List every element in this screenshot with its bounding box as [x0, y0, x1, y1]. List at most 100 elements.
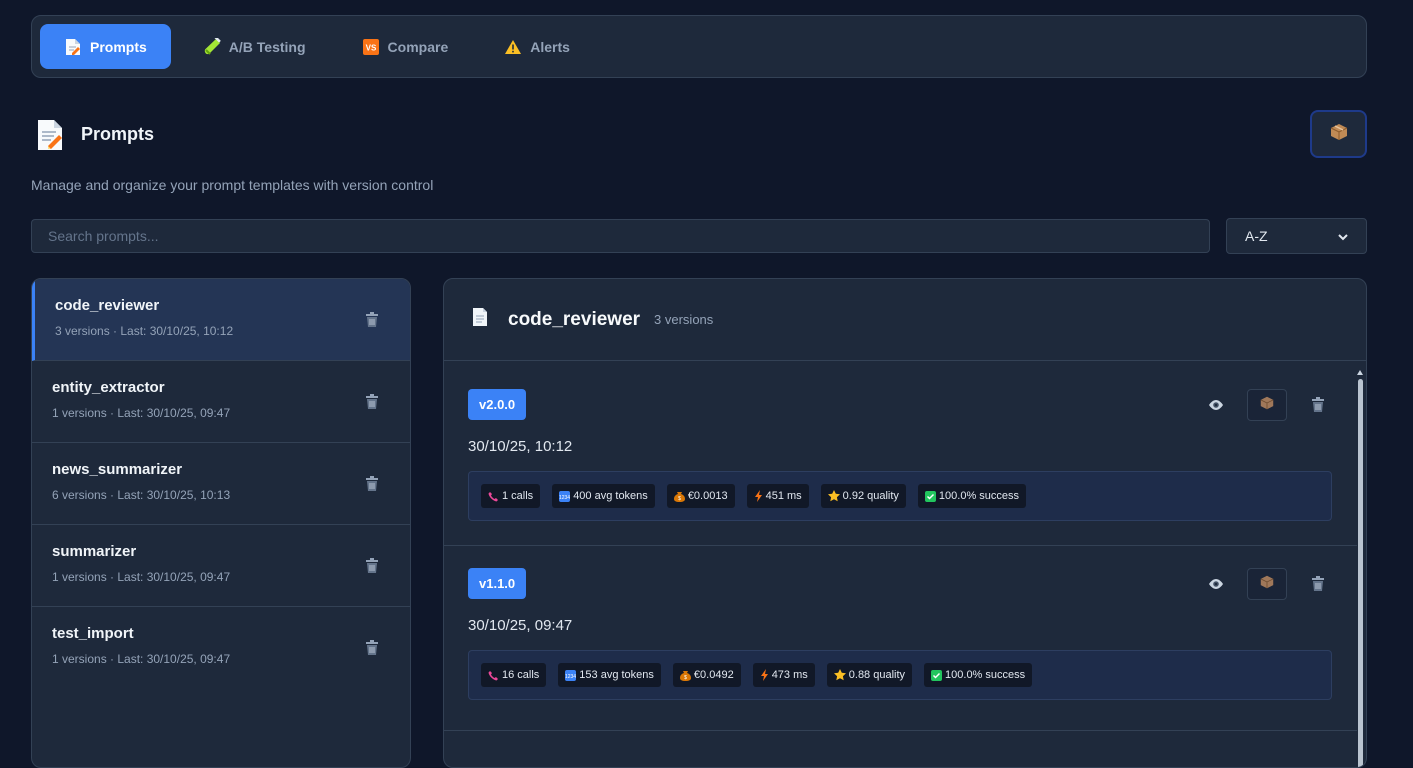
trash-icon[interactable]: [364, 311, 380, 329]
tab-alerts[interactable]: Alerts: [480, 24, 594, 69]
stat-tokens-value: 153 avg tokens: [579, 669, 654, 681]
memo-icon: [64, 38, 82, 56]
detail-title: code_reviewer: [508, 308, 641, 330]
star-icon: [827, 490, 840, 502]
star-icon: [833, 669, 846, 681]
version-stats: 1 calls 1234 400 avg tokens $ €0.0013 45…: [468, 471, 1332, 521]
page-title: Prompts: [81, 124, 155, 144]
document-icon: [472, 307, 488, 332]
stat-latency: 451 ms: [746, 484, 809, 508]
main-nav: Prompts A/B Testing VS Compare Alerts: [31, 15, 1367, 78]
stat-latency: 473 ms: [752, 663, 815, 687]
stat-success-value: 100.0% success: [945, 669, 1026, 681]
money-bag-icon: $: [679, 671, 691, 681]
package-icon: [1330, 123, 1348, 146]
stat-cost-value: €0.0013: [687, 490, 728, 502]
stat-calls-value: 1 calls: [502, 490, 534, 502]
phone-icon: [488, 670, 498, 680]
export-version-button[interactable]: [1247, 389, 1287, 421]
version-count: 3 versions: [654, 312, 714, 327]
tab-prompts[interactable]: Prompts: [40, 24, 171, 69]
tab-ab-testing[interactable]: A/B Testing: [179, 24, 330, 69]
test-tube-icon: [203, 37, 221, 56]
stat-calls-value: 16 calls: [502, 669, 540, 681]
list-item[interactable]: summarizer 1 versions · Last: 30/10/25, …: [32, 525, 410, 607]
stat-latency-value: 451 ms: [765, 490, 802, 502]
memo-icon: [36, 118, 64, 152]
stat-quality-value: 0.88 quality: [848, 669, 906, 681]
version-stats: 16 calls 1234 153 avg tokens $ €0.0492 4…: [468, 650, 1332, 700]
svg-text:$: $: [678, 496, 681, 502]
package-icon: [1260, 575, 1274, 594]
trash-icon[interactable]: [364, 475, 380, 493]
svg-text:1234: 1234: [559, 495, 570, 501]
trash-icon[interactable]: [364, 639, 380, 657]
svg-text:$: $: [684, 675, 687, 681]
lightning-icon: [754, 490, 762, 502]
stat-latency-value: 473 ms: [771, 669, 808, 681]
version-badge: v1.1.0: [468, 568, 527, 599]
stat-calls: 1 calls: [481, 484, 541, 508]
prompt-name: summarizer: [52, 543, 137, 560]
trash-icon[interactable]: [364, 557, 380, 575]
package-icon: [1260, 396, 1274, 415]
stat-success: 100.0% success: [917, 484, 1027, 508]
scroll-up-arrow[interactable]: [1357, 370, 1363, 375]
prompt-meta: 1 versions · Last: 30/10/25, 09:47: [52, 570, 231, 584]
stat-quality-value: 0.92 quality: [842, 490, 899, 502]
eye-icon[interactable]: [1207, 396, 1225, 414]
stat-success-value: 100.0% success: [938, 490, 1020, 502]
version-actions: [1207, 568, 1327, 600]
stat-cost: $ €0.0013: [666, 484, 735, 508]
stat-tokens-value: 400 avg tokens: [573, 490, 648, 502]
prompt-name: test_import: [52, 625, 134, 642]
stat-quality: 0.88 quality: [826, 663, 913, 687]
sort-select[interactable]: A-Z: [1226, 218, 1367, 254]
trash-icon[interactable]: [1309, 396, 1327, 414]
version-actions: [1207, 389, 1327, 421]
numbers-icon: 1234: [565, 669, 577, 681]
stat-tokens: 1234 400 avg tokens: [552, 484, 655, 508]
tab-compare-label: Compare: [387, 38, 449, 55]
sort-selected-label: A-Z: [1245, 228, 1268, 244]
prompt-meta: 1 versions · Last: 30/10/25, 09:47: [52, 652, 231, 666]
tab-compare[interactable]: VS Compare: [338, 24, 473, 69]
vs-icon: VS: [362, 38, 380, 56]
phone-icon: [488, 491, 498, 501]
version-date: 30/10/25, 10:12: [468, 438, 573, 455]
check-icon: [931, 669, 943, 681]
chevron-down-icon: [1338, 228, 1348, 244]
export-button[interactable]: [1310, 110, 1367, 158]
prompt-detail-panel: code_reviewer 3 versions v2.0.0 30/10/25…: [443, 278, 1367, 768]
list-item[interactable]: entity_extractor 1 versions · Last: 30/1…: [32, 361, 410, 443]
version-badge: v2.0.0: [468, 389, 527, 420]
eye-icon[interactable]: [1207, 575, 1225, 593]
stat-cost-value: €0.0492: [693, 669, 734, 681]
stat-calls: 16 calls: [481, 663, 547, 687]
tab-prompts-label: Prompts: [90, 38, 147, 55]
list-item[interactable]: test_import 1 versions · Last: 30/10/25,…: [32, 607, 410, 689]
list-item[interactable]: news_summarizer 6 versions · Last: 30/10…: [32, 443, 410, 525]
trash-icon[interactable]: [1309, 575, 1327, 593]
version-card: v1.1.0 30/10/25, 09:47 16 calls 1234 153…: [444, 546, 1357, 731]
prompt-meta: 6 versions · Last: 30/10/25, 10:13: [52, 488, 231, 502]
version-list: v2.0.0 30/10/25, 10:12 1 calls 1234 400 …: [444, 361, 1366, 767]
export-version-button[interactable]: [1247, 568, 1287, 600]
version-date: 30/10/25, 09:47: [468, 617, 573, 634]
search-input[interactable]: [31, 219, 1210, 253]
stat-success: 100.0% success: [924, 663, 1033, 687]
check-icon: [924, 490, 936, 502]
prompt-name: news_summarizer: [52, 461, 183, 478]
page-subtitle: Manage and organize your prompt template…: [31, 177, 434, 193]
detail-header: code_reviewer 3 versions: [444, 279, 1366, 361]
prompt-name: entity_extractor: [52, 379, 165, 396]
trash-icon[interactable]: [364, 393, 380, 411]
scrollbar-thumb[interactable]: [1358, 379, 1363, 767]
list-item[interactable]: code_reviewer 3 versions · Last: 30/10/2…: [32, 279, 410, 361]
tab-ab-testing-label: A/B Testing: [228, 38, 306, 55]
numbers-icon: 1234: [559, 490, 571, 502]
prompt-meta: 3 versions · Last: 30/10/25, 10:12: [55, 324, 234, 338]
prompt-list: code_reviewer 3 versions · Last: 30/10/2…: [31, 278, 411, 768]
prompt-name: code_reviewer: [55, 297, 160, 314]
svg-text:VS: VS: [365, 43, 376, 52]
